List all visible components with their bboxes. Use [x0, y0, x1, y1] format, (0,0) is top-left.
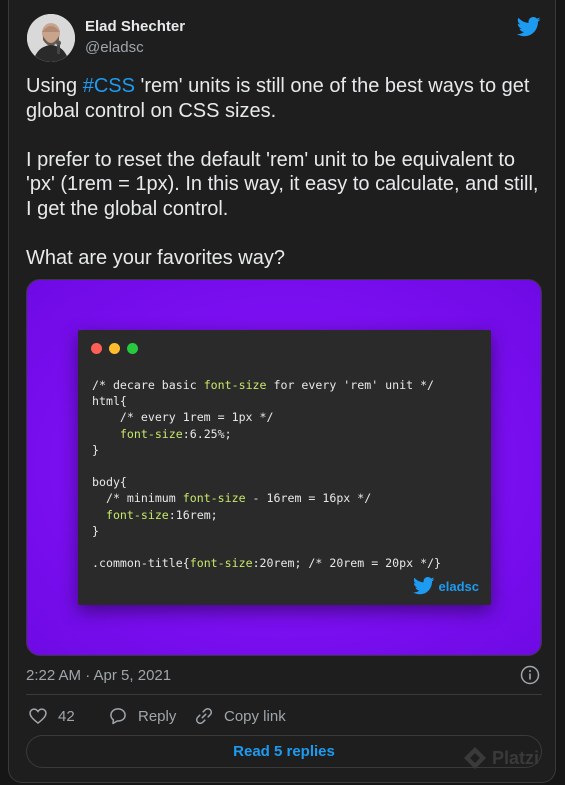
author-name[interactable]: Elad Shechter [85, 18, 185, 35]
window-minimize-dot [109, 343, 120, 354]
code-line: font-size:16rem; [105, 507, 218, 522]
avatar[interactable] [27, 14, 75, 62]
tweet-text: Using #CSS 'rem' units is still one of t… [26, 74, 546, 270]
code-block: /* decare basic font-size for every 'rem… [92, 377, 441, 571]
code-line: body{ [92, 475, 127, 490]
tweet-timestamp[interactable]: 2:22 AM · Apr 5, 2021 [26, 667, 171, 684]
code-line: } [92, 442, 99, 457]
reply-label: Reply [138, 707, 177, 725]
tweet-paragraph-3: What are your favorites way? [26, 246, 285, 269]
platzi-logo-icon [464, 747, 486, 769]
link-icon [195, 707, 213, 725]
tweet-paragraph-1: Using #CSS 'rem' units is still one of t… [26, 74, 546, 123]
watermark-label: Platzi [492, 747, 540, 768]
code-line: font-size:6.25%; [119, 426, 232, 441]
divider [26, 694, 542, 695]
code-line: } [92, 523, 99, 538]
reply-button[interactable]: Reply [108, 706, 176, 726]
tweet-text-span: Using [26, 75, 83, 97]
info-icon[interactable] [520, 665, 540, 685]
tweet-media-image[interactable]: /* decare basic font-size for every 'rem… [26, 279, 542, 656]
like-button[interactable]: 42 [28, 706, 75, 726]
watermark: Platzi [462, 745, 539, 771]
author-handle[interactable]: @eladsc [85, 39, 144, 56]
twitter-bird-icon [412, 577, 434, 595]
tweet-paragraph-2: I prefer to reset the default 'rem' unit… [26, 148, 539, 220]
code-brand: eladsc [412, 577, 479, 595]
code-line: html{ [92, 394, 127, 409]
code-line: /* every 1rem = 1px */ [92, 410, 274, 425]
copy-link-label: Copy link [224, 707, 286, 725]
window-maximize-dot [127, 343, 138, 354]
code-line: /* minimum font-size - 16rem = 16px */ [92, 491, 372, 506]
copy-link-button[interactable]: Copy link [194, 706, 286, 726]
hashtag-link[interactable]: #CSS [83, 75, 135, 97]
code-line: .common-title{font-size:20rem; /* 20rem … [92, 556, 442, 571]
code-editor-window: /* decare basic font-size for every 'rem… [78, 330, 491, 605]
twitter-logo-icon[interactable] [517, 16, 541, 38]
tweet-card: Elad Shechter @eladsc Using #CSS 'rem' u… [8, 0, 556, 783]
window-close-dot [91, 343, 102, 354]
reply-icon [110, 708, 126, 725]
like-count: 42 [58, 707, 75, 725]
code-line: /* decare basic font-size for every 'rem… [92, 378, 435, 392]
heart-icon [29, 708, 47, 725]
code-brand-label: eladsc [438, 578, 479, 594]
